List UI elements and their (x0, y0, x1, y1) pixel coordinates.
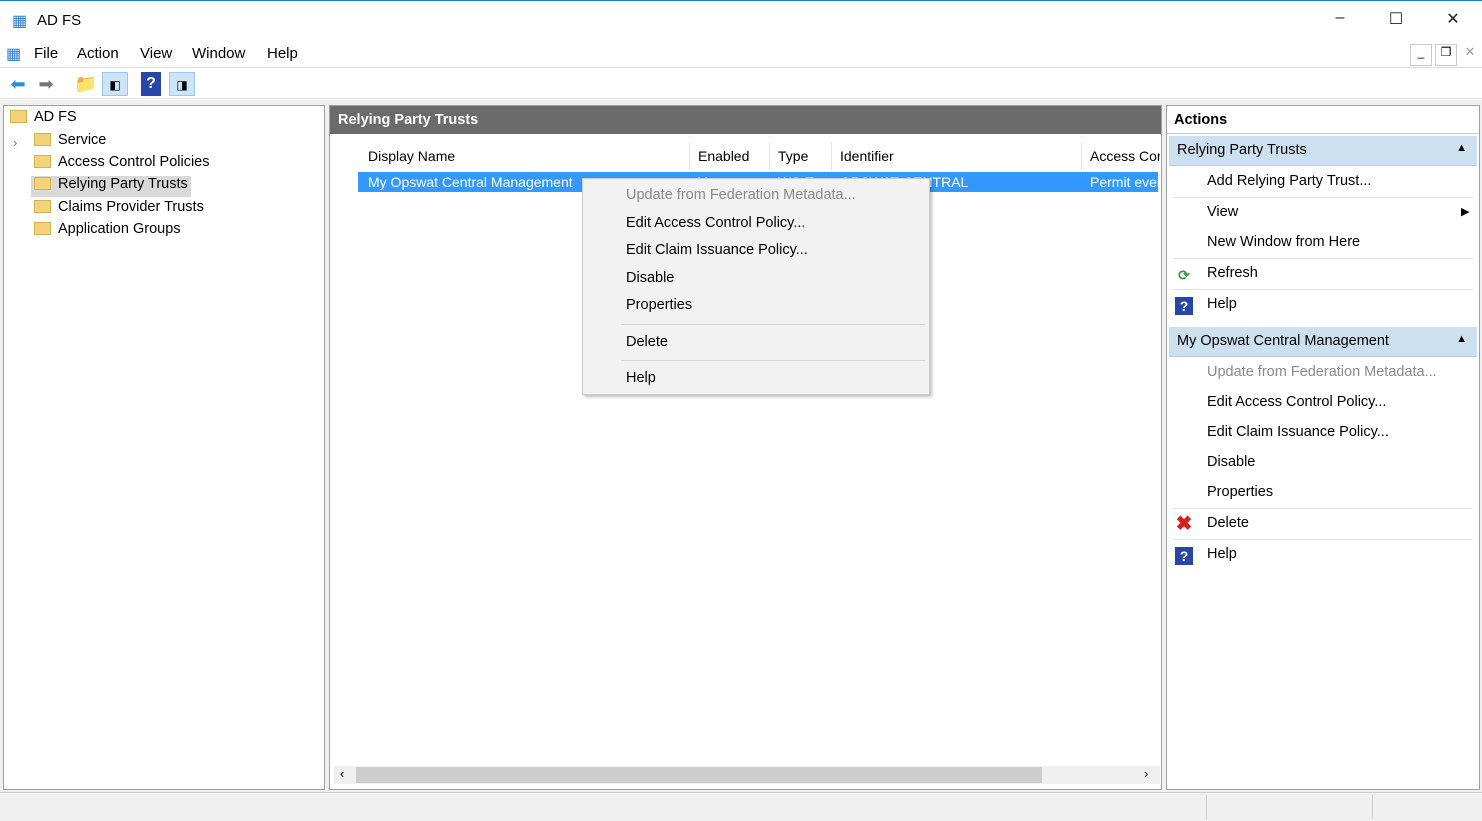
adfs-app-icon: ▦ (12, 13, 28, 30)
minimize-button[interactable]: – (1325, 9, 1355, 31)
folder-icon (34, 133, 51, 146)
actions-pane: Actions Relying Party Trusts ▲ Add Relyin… (1166, 105, 1480, 790)
scroll-right-icon[interactable]: › (1144, 766, 1148, 781)
separator (1173, 539, 1473, 540)
actions-section-relying-party-trusts[interactable]: Relying Party Trusts ▲ (1169, 136, 1477, 166)
tree-item-label: Claims Provider Trusts (58, 199, 204, 215)
tree-item-label: Application Groups (58, 221, 181, 237)
section-title: My Opswat Central Management (1177, 333, 1389, 349)
action-help[interactable]: Help (1207, 296, 1237, 312)
ctx-edit-access-control-policy[interactable]: Edit Access Control Policy... (626, 215, 805, 231)
tree-root-label: AD FS (34, 109, 77, 125)
console-tree: AD FS › Service Access Control Policies … (3, 105, 325, 790)
expand-chevron-icon[interactable]: › (13, 135, 17, 150)
ctx-update-metadata[interactable]: Update from Federation Metadata... (626, 187, 856, 203)
tree-root-adfs[interactable]: AD FS (10, 109, 77, 131)
actions-section-selected-item[interactable]: My Opswat Central Management ▲ (1169, 327, 1477, 357)
ctx-properties[interactable]: Properties (626, 297, 692, 313)
ctx-delete[interactable]: Delete (626, 334, 668, 350)
menu-bar: ▦ File Action View Window Help _ ❐ ✕ (0, 40, 1482, 68)
action-new-window[interactable]: New Window from Here (1207, 234, 1360, 250)
tree-item-claims-provider-trusts[interactable]: Claims Provider Trusts (34, 199, 204, 221)
tree-item-label: Service (58, 132, 107, 148)
folder-icon (34, 177, 51, 190)
tree-item-relying-party-trusts[interactable]: Relying Party Trusts (31, 176, 191, 197)
separator (1173, 508, 1473, 509)
action-help-item[interactable]: Help (1207, 546, 1237, 562)
action-refresh[interactable]: Refresh (1207, 265, 1258, 281)
column-type[interactable]: Type (770, 142, 832, 170)
tree-item-access-control-policies[interactable]: Access Control Policies (34, 154, 210, 176)
menu-action[interactable]: Action (77, 45, 119, 62)
tree-item-service[interactable]: Service (34, 132, 106, 154)
tree-item-label: Relying Party Trusts (58, 176, 188, 192)
column-identifier[interactable]: Identifier (832, 142, 1082, 170)
child-restore-button[interactable]: ❐ (1435, 44, 1457, 66)
delete-icon: ✖ (1175, 513, 1193, 535)
refresh-icon: ⟳ (1178, 267, 1190, 283)
child-minimize-button[interactable]: _ (1410, 44, 1432, 66)
context-menu: Update from Federation Metadata... Edit … (582, 178, 930, 395)
separator (1173, 197, 1473, 198)
ctx-help[interactable]: Help (626, 370, 656, 386)
close-button[interactable]: ✕ (1438, 9, 1468, 31)
status-divider (1206, 795, 1207, 819)
window-title: AD FS (37, 12, 82, 29)
help-icon: ? (1175, 297, 1193, 315)
folder-icon (34, 222, 51, 235)
show-hide-console-tree-icon[interactable]: ◧ (102, 72, 128, 96)
menu-separator (621, 324, 925, 325)
pane-title: Relying Party Trusts (330, 106, 1161, 134)
menu-window[interactable]: Window (192, 45, 245, 62)
tree-item-application-groups[interactable]: Application Groups (34, 221, 181, 243)
toolbar: ⬅ ➡ 📁 ◧ ? ◨ (0, 69, 1482, 99)
child-close-button[interactable]: ✕ (1460, 44, 1480, 66)
menu-view[interactable]: View (140, 45, 172, 62)
action-view[interactable]: View (1207, 204, 1238, 220)
horizontal-scrollbar[interactable]: ‹ › (334, 766, 1160, 784)
action-properties[interactable]: Properties (1207, 484, 1273, 500)
menu-help[interactable]: Help (267, 45, 298, 62)
collapse-icon[interactable]: ▲ (1456, 142, 1467, 154)
help-icon: ? (1175, 547, 1193, 565)
menu-file[interactable]: File (34, 45, 58, 62)
maximize-button[interactable]: ☐ (1381, 9, 1411, 31)
action-add-relying-party-trust[interactable]: Add Relying Party Trust... (1207, 173, 1371, 189)
column-enabled[interactable]: Enabled (690, 142, 770, 170)
action-edit-claim-issuance-policy[interactable]: Edit Claim Issuance Policy... (1207, 424, 1389, 440)
status-divider (1372, 795, 1373, 819)
show-hide-action-pane-icon[interactable]: ◨ (169, 72, 195, 96)
back-icon[interactable]: ⬅ (5, 72, 31, 96)
menu-separator (621, 360, 925, 361)
cell-display-name: My Opswat Central Management (368, 174, 573, 190)
actions-title: Actions (1167, 106, 1479, 134)
section-title: Relying Party Trusts (1177, 142, 1307, 158)
column-access-control[interactable]: Access Cor (1082, 142, 1160, 170)
title-bar: ▦ AD FS – ☐ ✕ (0, 0, 1482, 38)
folder-icon (34, 200, 51, 213)
help-icon[interactable]: ? (141, 72, 161, 96)
system-menu-icon[interactable]: ▦ (6, 44, 21, 64)
forward-icon[interactable]: ➡ (33, 72, 59, 96)
action-update-metadata[interactable]: Update from Federation Metadata... (1207, 364, 1437, 380)
tree-item-label: Access Control Policies (58, 154, 210, 170)
ctx-disable[interactable]: Disable (626, 270, 674, 286)
folder-icon (34, 155, 51, 168)
action-edit-access-control-policy[interactable]: Edit Access Control Policy... (1207, 394, 1386, 410)
ctx-edit-claim-issuance-policy[interactable]: Edit Claim Issuance Policy... (626, 242, 808, 258)
separator (1173, 258, 1473, 259)
scroll-left-icon[interactable]: ‹ (340, 766, 344, 781)
collapse-icon[interactable]: ▲ (1456, 333, 1467, 345)
up-folder-icon[interactable]: 📁 (73, 72, 99, 96)
submenu-arrow-icon: ▶ (1461, 206, 1470, 218)
action-disable[interactable]: Disable (1207, 454, 1255, 470)
separator (1173, 289, 1473, 290)
folder-icon (10, 110, 27, 123)
column-display-name[interactable]: Display Name (360, 142, 690, 170)
action-delete[interactable]: Delete (1207, 515, 1249, 531)
status-bar (0, 792, 1482, 821)
scroll-thumb[interactable] (356, 767, 1042, 783)
cell-access-control: Permit ever (1090, 174, 1158, 190)
